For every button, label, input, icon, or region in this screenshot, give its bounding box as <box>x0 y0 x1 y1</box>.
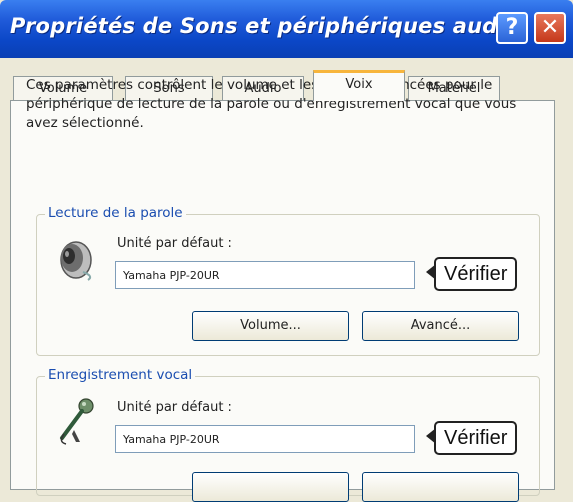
recording-device-label: Unité par défaut : <box>117 400 232 415</box>
window-title: Propriétés de Sons et périphériques audi… <box>10 14 520 38</box>
volume-button[interactable]: Volume... <box>192 311 349 341</box>
playback-device-label: Unité par défaut : <box>117 236 232 251</box>
recording-device-select[interactable]: Yamaha PJP-20UR <box>115 425 415 453</box>
microphone-icon <box>52 396 98 452</box>
recording-volume-button-partial[interactable] <box>192 472 349 502</box>
playback-verify-callout: Vérifier <box>434 257 518 291</box>
tab-voice[interactable]: Voix <box>313 70 405 101</box>
description-text: Ces paramètres contrôlent le volume et l… <box>26 77 517 131</box>
help-button[interactable]: ? <box>496 12 528 44</box>
playback-device-value: Yamaha PJP-20UR <box>123 269 220 282</box>
speaker-icon <box>50 236 98 286</box>
title-bar[interactable]: Propriétés de Sons et périphériques audi… <box>0 0 573 58</box>
recording-verify-callout: Vérifier <box>434 421 518 455</box>
playback-legend: Lecture de la parole <box>45 205 186 221</box>
close-button[interactable]: ✕ <box>534 12 566 44</box>
recording-advanced-button-partial[interactable] <box>362 472 519 502</box>
recording-device-value: Yamaha PJP-20UR <box>123 433 220 446</box>
playback-device-select[interactable]: Yamaha PJP-20UR <box>115 261 415 289</box>
advanced-button[interactable]: Avancé... <box>362 311 519 341</box>
recording-legend: Enregistrement vocal <box>45 367 196 383</box>
